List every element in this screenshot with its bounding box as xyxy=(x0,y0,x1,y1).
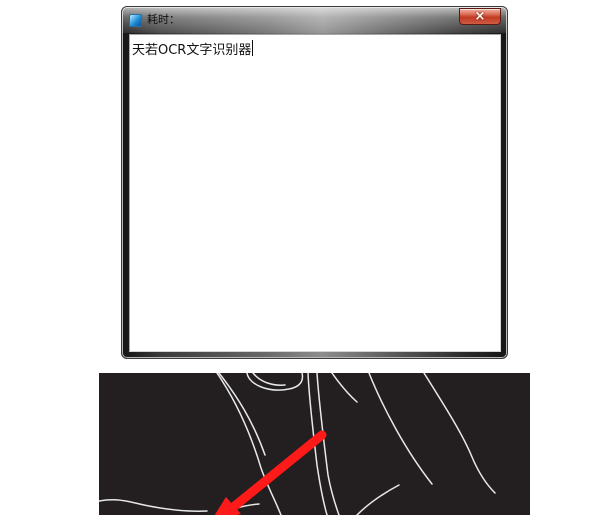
text-area[interactable]: 天若OCR文字识别器 xyxy=(129,34,501,352)
outline-line xyxy=(331,373,358,403)
outline-line xyxy=(368,373,433,485)
title-bar[interactable]: 耗时： × xyxy=(122,7,507,33)
outline-line xyxy=(99,499,208,512)
app-window: 耗时： × 天若OCR文字识别器 xyxy=(121,6,508,359)
close-button[interactable]: × xyxy=(459,8,501,25)
outline-line xyxy=(423,373,496,494)
outline-image xyxy=(99,373,496,515)
ocr-text: 天若OCR文字识别器 xyxy=(132,43,252,58)
close-icon: × xyxy=(474,9,486,24)
ocr-text-content: 天若OCR文字识别器 xyxy=(132,40,254,59)
outline-arc xyxy=(252,373,286,386)
source-image-preview xyxy=(99,373,530,515)
window-title: 耗时： xyxy=(147,13,180,26)
screenshot-stage: 耗时： × 天若OCR文字识别器 xyxy=(0,0,604,515)
text-caret xyxy=(252,40,254,56)
outline-line xyxy=(316,373,340,515)
outline-line xyxy=(356,484,400,515)
app-icon xyxy=(129,14,142,27)
red-arrow-icon xyxy=(214,430,327,515)
